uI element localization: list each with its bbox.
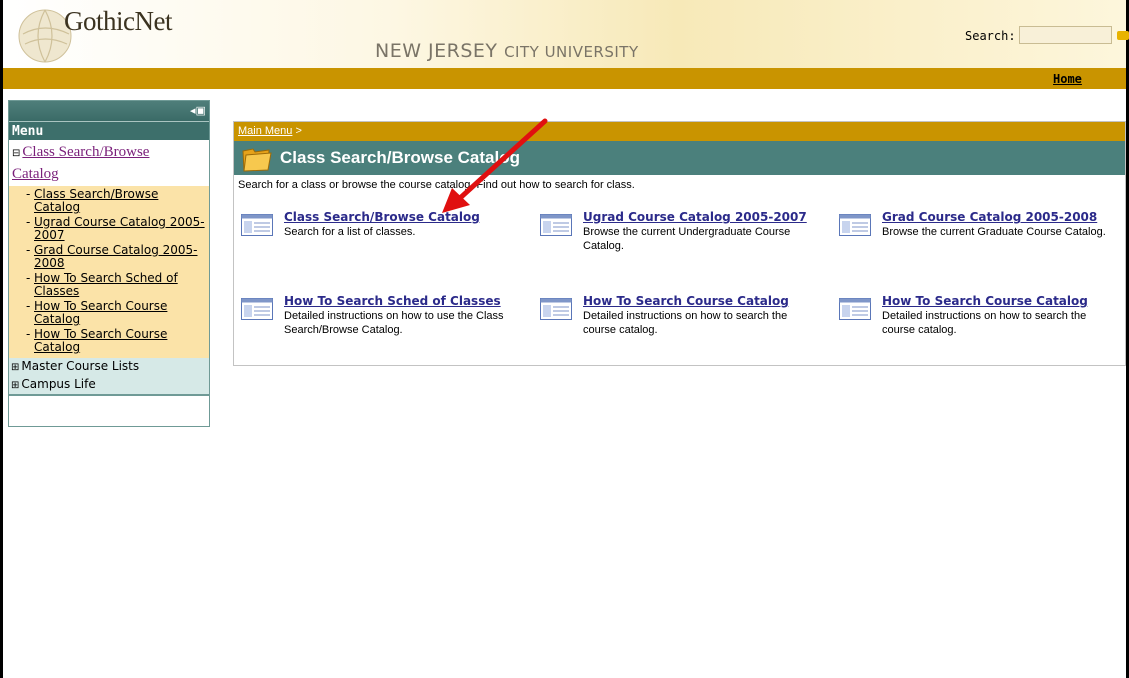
search-go-button[interactable] — [1117, 31, 1129, 40]
expand-toggle-icon[interactable]: ⊞ — [11, 380, 19, 391]
breadcrumb-separator: > — [295, 125, 302, 137]
breadcrumb: Main Menu > — [234, 122, 1125, 141]
site-header: GothicNet NEW JERSEY CITY UNIVERSITY Sea… — [3, 0, 1129, 68]
page-list-icon — [839, 298, 871, 320]
submenu-item-label[interactable]: Grad Course Catalog 2005-2008 — [34, 243, 198, 270]
home-link[interactable]: Home — [1053, 72, 1082, 86]
submenu-item-label[interactable]: Ugrad Course Catalog 2005-2007 — [34, 215, 205, 242]
menu-section-label-line1[interactable]: Class Search/Browse — [22, 144, 149, 160]
link-description: Detailed instructions on how to search t… — [882, 310, 1087, 336]
submenu-item[interactable]: - How To Search Course Catalog — [26, 300, 205, 326]
content-panel: Main Menu > Class Search/Browse Catalog … — [233, 121, 1126, 366]
panel-description: Search for a class or browse the course … — [238, 179, 635, 191]
menu-collapse-bar: ◂▣ — [9, 101, 209, 121]
link-description: Browse the current Undergraduate Course … — [583, 226, 791, 252]
folder-icon — [242, 148, 272, 172]
university-name: NEW JERSEY CITY UNIVERSITY — [375, 40, 639, 62]
page-list-icon — [540, 214, 572, 236]
submenu-item[interactable]: - How To Search Sched of Classes — [26, 272, 205, 298]
link-description: Search for a list of classes. — [284, 226, 416, 238]
menu-section-class-search[interactable]: ⊟ Class Search/Browse Catalog — [9, 140, 209, 186]
link-description: Detailed instructions on how to search t… — [583, 310, 788, 336]
page-title: Class Search/Browse Catalog — [280, 148, 520, 167]
ugrad-catalog-link[interactable]: Ugrad Course Catalog 2005-2007 — [583, 210, 807, 224]
link-description: Browse the current Graduate Course Catal… — [882, 226, 1106, 238]
grad-catalog-link[interactable]: Grad Course Catalog 2005-2008 — [882, 210, 1097, 224]
left-menu: ◂▣ Menu ⊟ Class Search/Browse Catalog - Cl… — [8, 100, 210, 427]
page-list-icon — [540, 298, 572, 320]
how-to-search-sched-link[interactable]: How To Search Sched of Classes — [284, 294, 501, 308]
university-name-sub: CITY UNIVERSITY — [504, 43, 639, 61]
menu-section-label[interactable]: Campus Life — [21, 377, 95, 391]
page-list-icon — [839, 214, 871, 236]
expand-toggle-icon[interactable]: ⊞ — [11, 362, 19, 373]
submenu-item-label[interactable]: How To Search Course Catalog — [34, 299, 167, 326]
submenu-item[interactable]: - How To Search Course Catalog — [26, 328, 205, 354]
class-search-link[interactable]: Class Search/Browse Catalog — [284, 210, 480, 224]
submenu-item-label[interactable]: How To Search Course Catalog — [34, 327, 167, 354]
menu-section-master-course-lists[interactable]: ⊞ Master Course Lists — [9, 358, 209, 376]
submenu-list: - Class Search/Browse Catalog - Ugrad Cour… — [9, 186, 209, 358]
menu-title: Menu — [9, 121, 209, 140]
submenu-item[interactable]: - Grad Course Catalog 2005-2008 — [26, 244, 205, 270]
top-nav-bar — [3, 68, 1126, 89]
university-name-main: NEW JERSEY — [375, 40, 498, 62]
how-to-search-catalog-link-2[interactable]: How To Search Course Catalog — [882, 294, 1088, 308]
search-label: Search: — [965, 29, 1016, 43]
menu-section-label[interactable]: Master Course Lists — [21, 359, 139, 373]
gothicnet-logo-text: GothicNet — [64, 6, 172, 36]
submenu-item-label[interactable]: Class Search/Browse Catalog — [34, 187, 158, 214]
search-input[interactable] — [1019, 26, 1112, 44]
menu-section-campus-life[interactable]: ⊞ Campus Life — [9, 376, 209, 394]
collapse-menu-icon[interactable]: ◂▣ — [190, 104, 206, 118]
page-list-icon — [241, 298, 273, 320]
how-to-search-catalog-link[interactable]: How To Search Course Catalog — [583, 294, 789, 308]
submenu-item-label[interactable]: How To Search Sched of Classes — [34, 271, 178, 298]
page-list-icon — [241, 214, 273, 236]
menu-section-label-line2[interactable]: Catalog — [12, 166, 59, 182]
panel-header: Class Search/Browse Catalog — [234, 141, 1125, 175]
menu-bottom-divider — [9, 394, 209, 396]
submenu-item[interactable]: - Ugrad Course Catalog 2005-2007 — [26, 216, 205, 242]
link-description: Detailed instructions on how to use the … — [284, 310, 504, 336]
window-border-left — [0, 0, 3, 678]
submenu-item[interactable]: - Class Search/Browse Catalog — [26, 188, 205, 214]
breadcrumb-main-menu[interactable]: Main Menu — [238, 125, 292, 137]
collapse-toggle-icon[interactable]: ⊟ — [12, 148, 20, 159]
